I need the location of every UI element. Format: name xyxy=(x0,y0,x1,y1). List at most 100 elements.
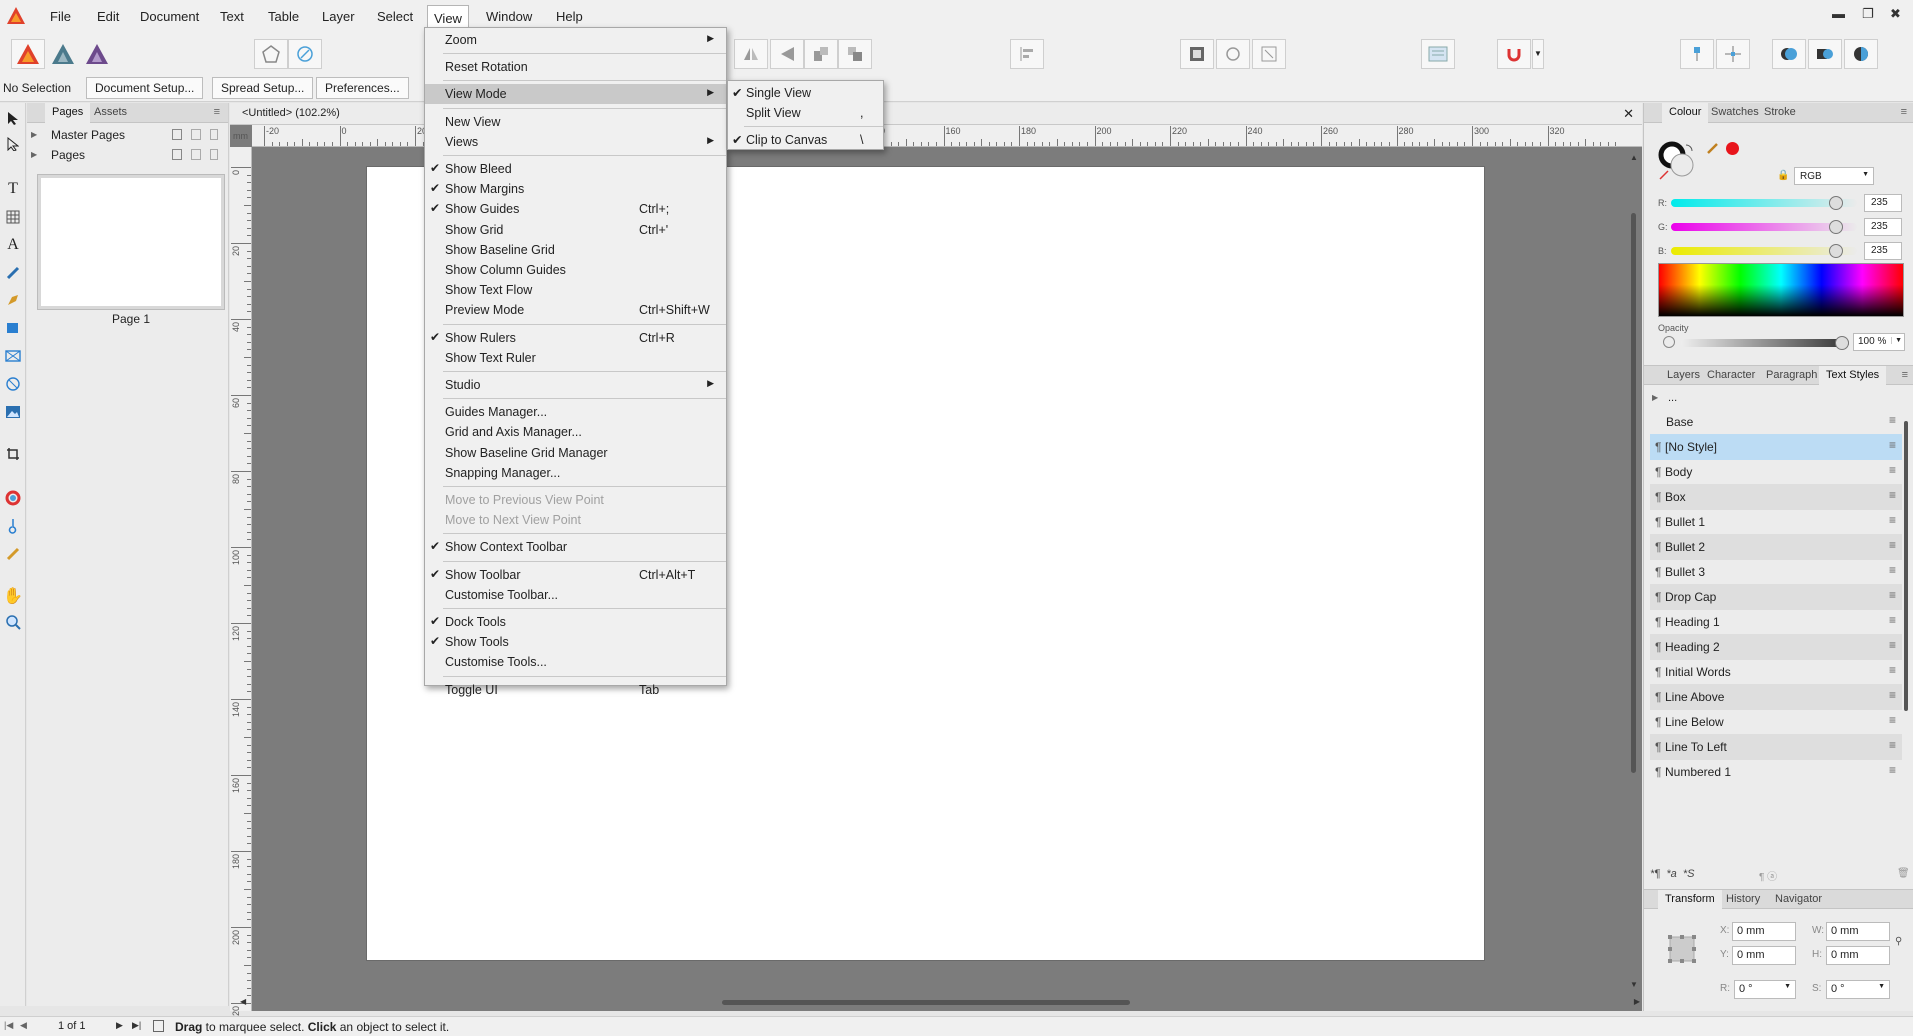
menu-text[interactable]: Text xyxy=(214,9,250,24)
view-mode-clip-icon[interactable] xyxy=(1252,39,1286,69)
style-menu-icon[interactable]: ≡ xyxy=(1889,688,1896,702)
menu-document[interactable]: Document xyxy=(134,9,205,24)
move-mode-icon[interactable] xyxy=(1680,39,1714,69)
rectangle-tool-icon[interactable] xyxy=(3,317,23,339)
new-character-style-icon[interactable]: *a xyxy=(1666,868,1676,880)
menu-item-grid-and-axis-manager[interactable]: Grid and Axis Manager... xyxy=(425,422,726,442)
pencil-tool-icon[interactable] xyxy=(3,262,23,284)
style-menu-icon[interactable]: ≡ xyxy=(1889,638,1896,652)
close-document-icon[interactable]: ✕ xyxy=(1623,106,1634,122)
designer-persona-icon[interactable] xyxy=(80,39,114,69)
style-row[interactable]: ¶ Box ≡ xyxy=(1650,484,1902,510)
opacity-slider[interactable] xyxy=(1681,336,1849,350)
style-row[interactable]: ¶ Initial Words ≡ xyxy=(1650,659,1902,685)
menu-item-studio[interactable]: Studio ▶ xyxy=(425,375,726,395)
eyedropper-icon[interactable] xyxy=(1706,141,1720,155)
menu-edit[interactable]: Edit xyxy=(91,9,125,24)
g-slider-knob[interactable] xyxy=(1829,220,1844,234)
restore-icon[interactable]: ❐ xyxy=(1862,6,1874,22)
menu-item-show-guides[interactable]: ✔ Show Guides Ctrl+; xyxy=(425,199,726,219)
submenu-item-clip-to-canvas[interactable]: ✔ Clip to Canvas \ xyxy=(728,130,883,150)
tab-navigator[interactable]: Navigator xyxy=(1768,890,1829,910)
table-tool-icon[interactable] xyxy=(3,206,23,228)
menu-table[interactable]: Table xyxy=(262,9,305,24)
menu-item-show-bleed[interactable]: ✔ Show Bleed xyxy=(425,159,726,179)
tab-pages[interactable]: Pages xyxy=(45,103,91,123)
node-tool-icon[interactable] xyxy=(3,133,23,155)
menu-item-show-column-guides[interactable]: Show Column Guides xyxy=(425,260,726,280)
style-row[interactable]: ¶ Line Below ≡ xyxy=(1650,709,1902,735)
photo-persona-icon[interactable] xyxy=(46,39,80,69)
link-aspect-icon[interactable]: ⚲ xyxy=(1895,936,1902,947)
shear-field[interactable]: 0 ° ▼ xyxy=(1826,980,1890,999)
tab-stroke[interactable]: Stroke xyxy=(1757,103,1803,123)
g-slider[interactable] xyxy=(1671,220,1857,234)
artistic-text-tool-icon[interactable]: A xyxy=(3,234,23,256)
r-value-field[interactable]: 235 xyxy=(1864,194,1902,212)
expand-arrow-icon[interactable]: ▶ xyxy=(1652,393,1658,402)
add-master-icon[interactable] xyxy=(172,129,182,140)
view-mode-bleed-icon[interactable] xyxy=(1216,39,1250,69)
snapping-dropdown-icon[interactable]: ▼ xyxy=(1532,39,1544,69)
r-slider[interactable] xyxy=(1671,196,1857,210)
rotation-field[interactable]: 0 ° ▼ xyxy=(1734,980,1796,999)
style-row[interactable]: ¶ Bullet 2 ≡ xyxy=(1650,534,1902,560)
horizontal-scrollbar[interactable]: ◀ ▶ xyxy=(240,997,1640,1007)
ellipse-frame-tool-icon[interactable] xyxy=(3,373,23,395)
publisher-persona-icon[interactable] xyxy=(11,39,45,69)
clear-formatting-icon[interactable]: ¶ ⓐ xyxy=(1759,868,1777,883)
style-row[interactable]: ¶ Body ≡ xyxy=(1650,459,1902,485)
panel-menu-icon[interactable]: ≡ xyxy=(1902,369,1908,381)
delete-style-icon[interactable]: 🗑 xyxy=(1897,868,1910,879)
style-row[interactable]: Base ≡ xyxy=(1650,409,1902,435)
menu-item-show-baseline-grid[interactable]: Show Baseline Grid xyxy=(425,240,726,260)
current-color-swatch[interactable] xyxy=(1726,142,1739,155)
document-setup-button[interactable]: Document Setup... xyxy=(86,77,204,99)
g-value-field[interactable]: 235 xyxy=(1864,218,1902,236)
menu-item-show-baseline-grid-manager[interactable]: Show Baseline Grid Manager xyxy=(425,443,726,463)
menu-window[interactable]: Window xyxy=(480,9,538,24)
transparency-tool-icon[interactable] xyxy=(3,543,23,565)
menu-item-show-toolbar[interactable]: ✔ Show Toolbar Ctrl+Alt+T xyxy=(425,565,726,585)
style-menu-icon[interactable]: ≡ xyxy=(1889,713,1896,727)
menu-item-view-mode[interactable]: View Mode ▶ xyxy=(425,84,726,105)
menu-layer[interactable]: Layer xyxy=(316,9,361,24)
menu-select[interactable]: Select xyxy=(371,9,419,24)
style-menu-icon[interactable]: ≡ xyxy=(1889,613,1896,627)
pen-tool-icon[interactable] xyxy=(3,289,23,311)
submenu-item-split-view[interactable]: Split View, xyxy=(728,103,883,123)
menu-item-new-view[interactable]: New View xyxy=(425,112,726,132)
opacity-field[interactable]: 100 % ▼ xyxy=(1853,333,1905,351)
menu-item-zoom[interactable]: Zoom ▶ xyxy=(425,30,726,50)
hand-tool-icon[interactable]: ✋ xyxy=(3,585,23,607)
frame-text-tool-icon[interactable]: T xyxy=(3,178,23,200)
bring-front-icon[interactable] xyxy=(838,39,872,69)
new-style-icons[interactable]: *¶ *a *S xyxy=(1650,868,1694,880)
colour-model-select[interactable]: RGB ▼ xyxy=(1794,167,1874,185)
style-menu-icon[interactable]: ≡ xyxy=(1889,538,1896,552)
color-picker-tool-icon[interactable] xyxy=(3,487,23,509)
menu-item-preview-mode[interactable]: Preview Mode Ctrl+Shift+W xyxy=(425,300,726,320)
menu-file[interactable]: File xyxy=(44,9,77,24)
tab-colour[interactable]: Colour xyxy=(1662,103,1709,123)
send-back-icon[interactable] xyxy=(804,39,838,69)
vertical-ruler[interactable]: 0 20 40 60 80 100 120 140 160 180 200 20 xyxy=(230,147,252,1016)
anchor-point-icon[interactable] xyxy=(1666,933,1698,965)
y-field[interactable]: 0 mm xyxy=(1732,946,1796,965)
menu-help[interactable]: Help xyxy=(550,9,589,24)
panel-menu-icon[interactable]: ≡ xyxy=(1901,106,1907,118)
move-tool-icon[interactable] xyxy=(3,107,23,129)
expand-arrow-icon[interactable]: ▶ xyxy=(31,130,37,139)
style-menu-icon[interactable]: ≡ xyxy=(1889,513,1896,527)
document-tab-title[interactable]: <Untitled> (102.2%) xyxy=(242,107,340,119)
fill-stroke-well-icon[interactable] xyxy=(1658,141,1698,181)
menu-item-customise-tools[interactable]: Customise Tools... xyxy=(425,652,726,672)
panel-menu-icon[interactable]: ≡ xyxy=(214,106,220,118)
style-menu-icon[interactable]: ≡ xyxy=(1889,413,1896,427)
minimize-icon[interactable]: ▬ xyxy=(1832,6,1845,21)
w-field[interactable]: 0 mm xyxy=(1826,922,1890,941)
opacity-slider-knob[interactable] xyxy=(1835,336,1849,350)
flip-vertical-icon[interactable] xyxy=(770,39,804,69)
pages-label[interactable]: Pages xyxy=(51,148,85,162)
expand-arrow-icon[interactable]: ▶ xyxy=(31,150,37,159)
